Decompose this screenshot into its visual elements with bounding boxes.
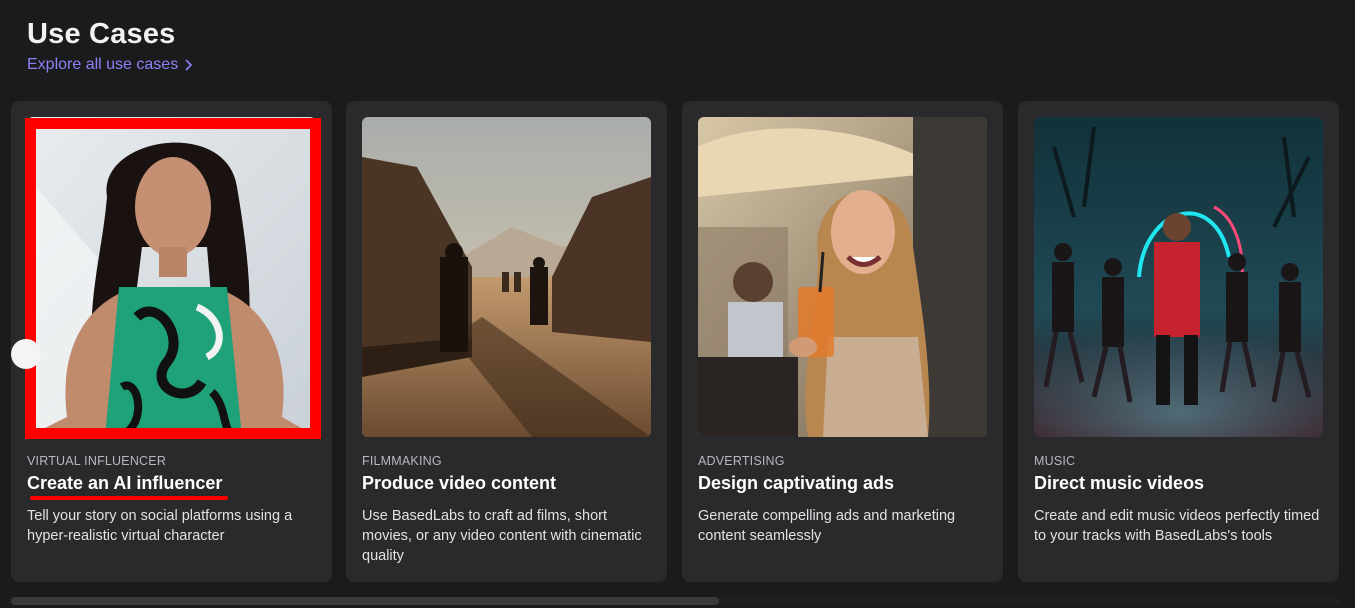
card-title[interactable]: Create an AI influencer [27, 473, 222, 494]
card-image-music [1034, 117, 1323, 437]
explore-all-link[interactable]: Explore all use cases [27, 56, 193, 74]
card-description: Create and edit music videos perfectly t… [1034, 508, 1320, 544]
chevron-right-icon [185, 59, 193, 71]
card-title[interactable]: Design captivating ads [698, 473, 894, 494]
chevron-left-icon [20, 347, 29, 361]
card-category: MUSIC [1034, 454, 1076, 468]
card-title[interactable]: Produce video content [362, 473, 556, 494]
card-category: ADVERTISING [698, 454, 785, 468]
use-case-card-virtual-influencer[interactable]: VIRTUAL INFLUENCER Create an AI influenc… [11, 101, 332, 582]
card-image-virtual-influencer [27, 117, 316, 437]
explore-all-label: Explore all use cases [27, 56, 179, 73]
horizontal-scrollbar-thumb[interactable] [11, 597, 719, 605]
use-case-card-music[interactable]: MUSIC Direct music videos Create and edi… [1018, 101, 1339, 582]
card-description: Tell your story on social platforms usin… [27, 508, 293, 544]
use-case-card-filmmaking[interactable]: FILMMAKING Produce video content Use Bas… [346, 101, 667, 582]
card-title[interactable]: Direct music videos [1034, 473, 1204, 494]
card-category: FILMMAKING [362, 454, 442, 468]
section-title: Use Cases [27, 18, 176, 50]
card-image-filmmaking [362, 117, 651, 437]
card-description: Generate compelling ads and marketing co… [698, 508, 956, 544]
card-category: VIRTUAL INFLUENCER [27, 454, 167, 468]
carousel-prev-button[interactable] [11, 339, 41, 369]
title-underline-mark [30, 496, 228, 500]
card-image-advertising [698, 117, 987, 437]
use-case-card-advertising[interactable]: ADVERTISING Design captivating ads Gener… [682, 101, 1003, 582]
card-description: Use BasedLabs to craft ad films, short m… [362, 508, 642, 564]
